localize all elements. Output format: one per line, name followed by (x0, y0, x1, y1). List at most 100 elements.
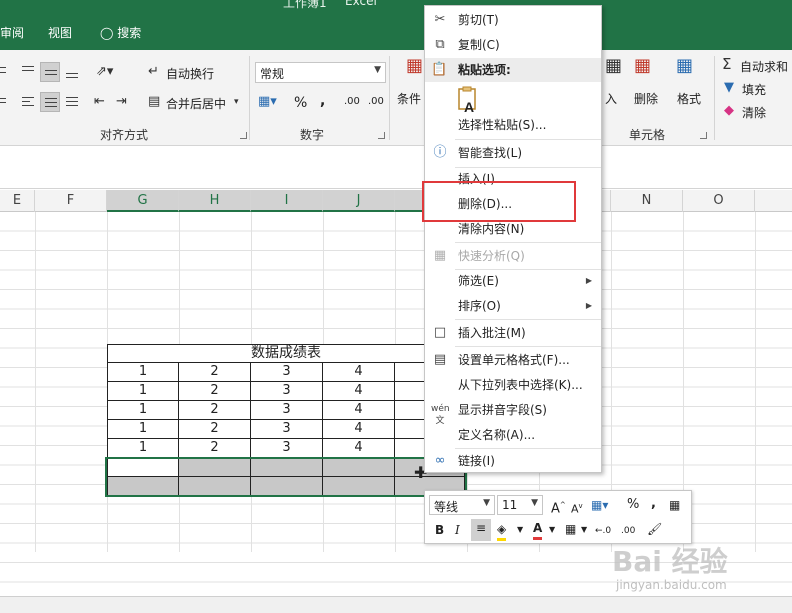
table-cell[interactable]: 4 (323, 363, 395, 382)
decrease-decimal-button[interactable]: .00 (621, 522, 635, 540)
insert-cells-label[interactable]: 入 (605, 90, 617, 107)
align-center-button[interactable] (40, 92, 60, 112)
column-header[interactable]: N (611, 190, 683, 212)
increase-decimal-button[interactable]: .00 (344, 96, 360, 107)
menu-item-format-cells[interactable]: ▤ 设置单元格格式(F)... (425, 348, 601, 372)
align-left-button[interactable] (18, 92, 38, 112)
increase-indent-icon[interactable]: ⇥ (116, 94, 127, 110)
table-cell[interactable]: 4 (323, 420, 395, 439)
menu-item-define-name[interactable]: 定义名称(A)... (425, 423, 601, 447)
table-cell[interactable]: 2 (179, 401, 251, 420)
menu-item-cut[interactable]: ✂ 剪切(T) (425, 8, 601, 32)
table-cell[interactable]: 1 (107, 420, 179, 439)
tab-review[interactable]: 审阅 (0, 24, 24, 41)
align-top-button[interactable] (18, 62, 38, 82)
table-cell[interactable]: 2 (179, 420, 251, 439)
column-header[interactable]: H (179, 190, 251, 212)
column-header[interactable]: G (107, 190, 179, 212)
format-painter-table-icon[interactable]: ▦ (669, 496, 680, 514)
table-cell[interactable]: 4 (323, 382, 395, 401)
delete-cells-icon[interactable]: ▦ (634, 57, 651, 75)
conditional-format-icon[interactable]: ▦ (406, 57, 423, 75)
delete-cells-label[interactable]: 删除 (634, 90, 658, 107)
decrease-decimal-button[interactable]: .00 (368, 96, 384, 107)
chevron-down-icon[interactable]: ▼ (581, 521, 587, 539)
borders-icon[interactable]: ▦ (565, 520, 576, 538)
cells-launcher-icon[interactable] (700, 132, 707, 139)
menu-item-filter[interactable]: 筛选(E) ▶ (425, 269, 601, 293)
format-painter-icon[interactable]: 🖌 (647, 520, 662, 538)
column-header[interactable]: J (323, 190, 395, 212)
decrease-indent-icon[interactable]: ⇤ (94, 94, 105, 110)
menu-item-sort[interactable]: 排序(O) ▶ (425, 294, 601, 318)
chevron-down-icon[interactable]: ▼ (517, 521, 523, 539)
table-title[interactable]: 数据成绩表 (107, 344, 465, 363)
font-size-combo[interactable]: 11 ▼ (497, 495, 543, 515)
currency-icon[interactable]: ▦▾ (258, 94, 277, 110)
menu-item-link[interactable]: ∞ 链接(I) (425, 449, 601, 473)
menu-item-show-phonetic[interactable]: wén 文 显示拼音字段(S) (425, 398, 601, 426)
orientation-icon[interactable]: ⇗▾ (96, 64, 113, 80)
horizontal-scroll-area[interactable] (0, 596, 792, 613)
table-cell[interactable]: 2 (179, 382, 251, 401)
align-partial-top[interactable] (0, 62, 14, 82)
comma-button[interactable]: , (320, 93, 325, 109)
menu-item-paste-special[interactable]: 选择性粘贴(S)... (425, 113, 601, 137)
menu-item-smart-lookup[interactable]: ⓘ 智能查找(L) (425, 141, 601, 165)
percent-button[interactable]: % (294, 95, 307, 111)
insert-cells-icon[interactable]: ▦ (605, 57, 622, 75)
conditional-format-label[interactable]: 条件 (397, 90, 421, 107)
table-cell[interactable]: 3 (251, 401, 323, 420)
autosum-button[interactable]: 自动求和 (740, 58, 788, 75)
format-cells-icon[interactable]: ▦ (676, 57, 693, 75)
menu-item-insert-comment[interactable]: □ 插入批注(M) (425, 321, 601, 345)
shrink-font-button[interactable]: Av (571, 497, 583, 519)
currency-icon[interactable]: ▦▾ (591, 496, 608, 514)
number-format-combo[interactable]: 常规 ▼ (255, 62, 386, 83)
grow-font-button[interactable]: A^ (551, 496, 566, 518)
menu-item-quick-analysis[interactable]: ▦ 快速分析(Q) (425, 244, 601, 268)
menu-item-copy[interactable]: ⧉ 复制(C) (425, 33, 601, 57)
column-header[interactable]: O (683, 190, 755, 212)
table-cell[interactable]: 3 (251, 382, 323, 401)
format-cells-label[interactable]: 格式 (677, 90, 701, 107)
table-cell[interactable]: 1 (107, 363, 179, 382)
wrap-text-button[interactable]: 自动换行 (166, 65, 214, 82)
table-cell[interactable]: 2 (179, 363, 251, 382)
tab-view[interactable]: 视图 (48, 24, 72, 41)
center-align-button[interactable]: ≡ (471, 519, 491, 541)
table-cell[interactable]: 3 (251, 439, 323, 458)
tell-me-search[interactable]: ◯ 搜索 (100, 24, 141, 41)
table-cell[interactable]: 2 (179, 439, 251, 458)
align-middle-button[interactable] (40, 62, 60, 82)
column-header[interactable]: F (35, 190, 107, 212)
number-launcher-icon[interactable] (378, 132, 385, 139)
column-header[interactable]: E (0, 190, 35, 212)
chevron-down-icon[interactable]: ▼ (549, 521, 555, 539)
bold-button[interactable]: B (435, 521, 444, 539)
alignment-launcher-icon[interactable] (240, 132, 247, 139)
italic-button[interactable]: I (455, 521, 460, 539)
merge-center-button[interactable]: 合并后居中 (166, 95, 226, 112)
increase-decimal-button[interactable]: ←.0 (595, 522, 611, 540)
font-color-icon[interactable]: A (533, 519, 543, 540)
table-cell[interactable]: 1 (107, 439, 179, 458)
table-cell[interactable]: 1 (107, 382, 179, 401)
table-cell[interactable]: 3 (251, 363, 323, 382)
fill-button[interactable]: 填充 (742, 81, 766, 98)
align-partial-bottom[interactable] (0, 92, 14, 112)
merge-dropdown-icon[interactable]: ▾ (234, 94, 239, 110)
table-cell[interactable]: 4 (323, 401, 395, 420)
menu-item-pick-from-list[interactable]: 从下拉列表中选择(K)... (425, 373, 601, 397)
align-bottom-button[interactable] (62, 62, 82, 82)
align-right-button[interactable] (62, 92, 82, 112)
table-cell[interactable]: 1 (107, 401, 179, 420)
column-header[interactable]: I (251, 190, 323, 212)
font-name-combo[interactable]: 等线 ▼ (429, 495, 495, 515)
percent-button[interactable]: % (627, 496, 639, 514)
paste-button[interactable]: A (456, 86, 482, 115)
table-cell[interactable]: 4 (323, 439, 395, 458)
fill-color-icon[interactable]: ◈ (497, 520, 507, 541)
comma-button[interactable]: , (651, 495, 656, 513)
table-cell[interactable]: 3 (251, 420, 323, 439)
